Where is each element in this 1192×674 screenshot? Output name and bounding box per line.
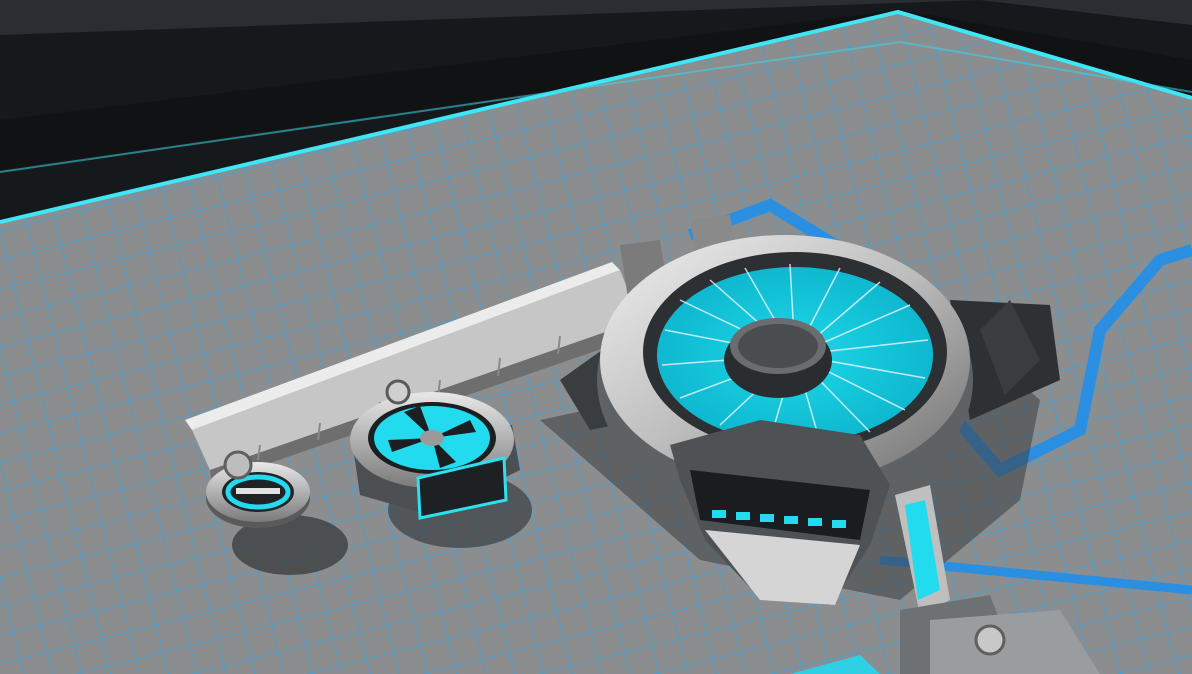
game-viewport[interactable]	[0, 0, 1192, 674]
small-rotor-icon	[223, 450, 253, 480]
builder-tool-icon	[974, 624, 1006, 656]
scene-canvas[interactable]	[0, 0, 1192, 674]
